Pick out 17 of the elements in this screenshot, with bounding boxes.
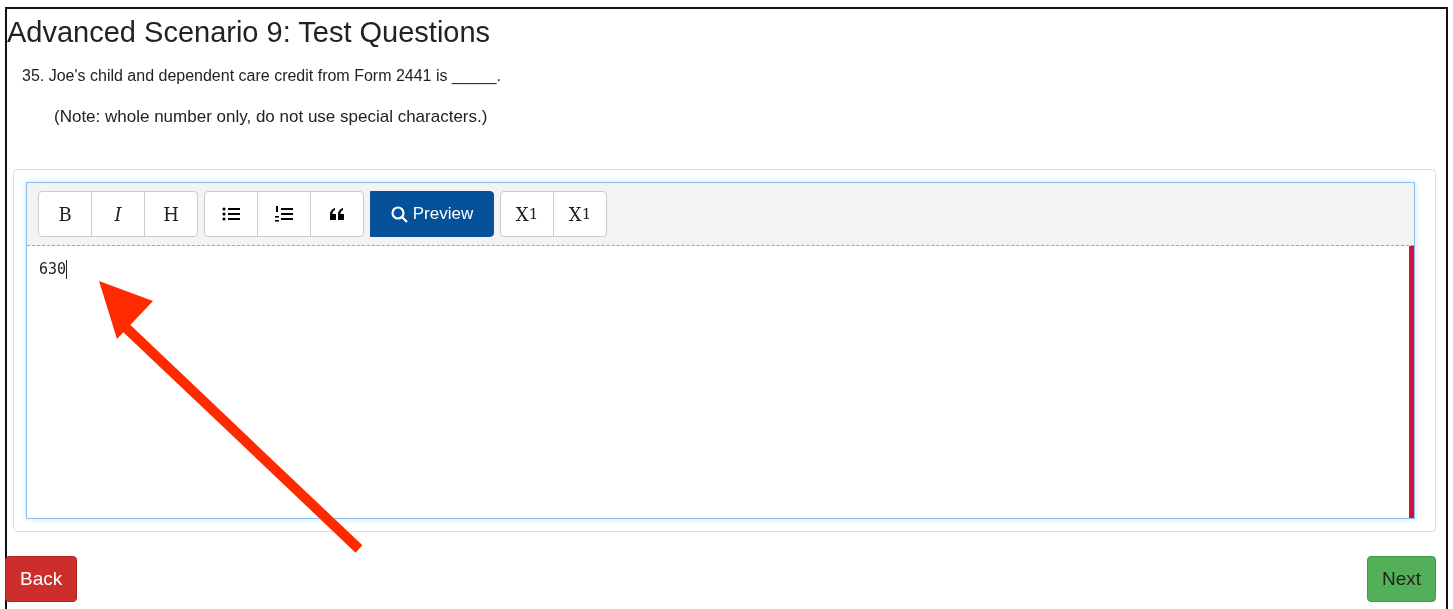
preview-button[interactable]: Preview: [370, 191, 494, 237]
bullet-list-button[interactable]: [204, 191, 258, 237]
answer-text: 630: [39, 260, 67, 278]
note-text: (Note: whole number only, do not use special characters.): [54, 107, 488, 127]
search-icon: [390, 205, 408, 223]
bullet-list-icon: [222, 207, 240, 221]
quote-button[interactable]: [310, 191, 364, 237]
italic-button[interactable]: I: [91, 191, 145, 237]
back-button[interactable]: Back: [5, 556, 78, 602]
question-text: 35. Joe's child and dependent care credit from Form 2441 is _____.: [22, 67, 501, 85]
numbered-list-button[interactable]: [257, 191, 311, 237]
bold-button[interactable]: B: [38, 191, 92, 237]
page-title: Advanced Scenario 9: Test Questions: [7, 15, 492, 49]
numbered-list-icon: [275, 206, 293, 222]
next-button[interactable]: Next: [1366, 556, 1436, 602]
quote-icon: [329, 208, 345, 220]
heading-button[interactable]: H: [144, 191, 198, 237]
